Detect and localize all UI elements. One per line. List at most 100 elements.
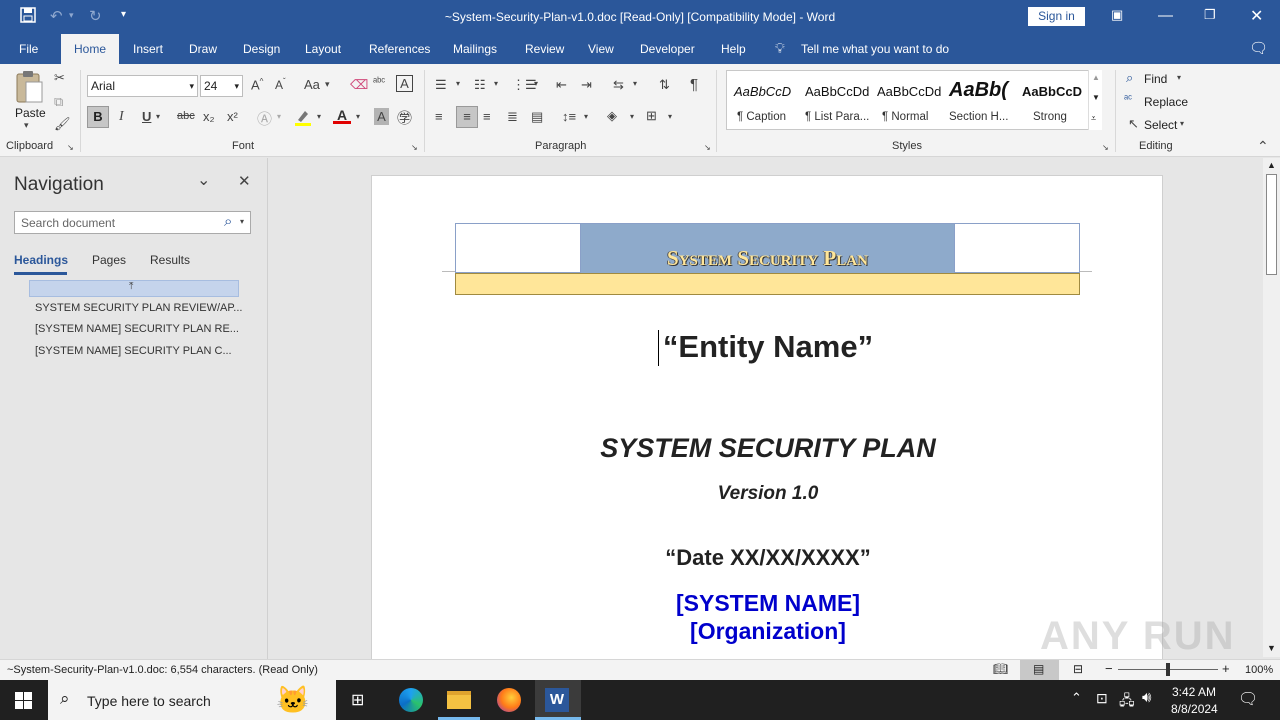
character-shading-icon[interactable]: A	[374, 108, 389, 125]
increase-indent-icon[interactable]: ⇥	[581, 77, 592, 93]
tab-mailings[interactable]: Mailings	[453, 42, 497, 56]
bold-button[interactable]: B	[87, 106, 109, 128]
shading-icon[interactable]: ◈	[607, 108, 617, 124]
shrink-font-icon[interactable]: Aˇ	[275, 77, 286, 92]
underline-button[interactable]: U	[142, 109, 151, 124]
tab-layout[interactable]: Layout	[305, 42, 341, 56]
search-icon[interactable]: ⌕	[224, 213, 232, 230]
multilevel-list-icon[interactable]: ⋮☰	[512, 77, 537, 93]
tab-help[interactable]: Help	[721, 42, 746, 56]
subscript-button[interactable]: x₂	[203, 109, 215, 124]
show-formatting-icon[interactable]: ¶	[690, 76, 698, 93]
close-icon[interactable]: ✕	[238, 172, 251, 190]
clear-formatting-icon[interactable]: ⌫	[350, 77, 368, 93]
asian-layout-dropdown-icon[interactable]: ▾	[633, 79, 637, 88]
taskbar-search-box[interactable]: ⌕ Type here to search 🐱	[48, 680, 336, 720]
tell-me-input[interactable]: Tell me what you want to do	[801, 42, 949, 56]
underline-dropdown-icon[interactable]: ▾	[156, 112, 160, 121]
format-painter-icon[interactable]: 🖌︎	[54, 116, 71, 132]
zoom-out-icon[interactable]: −	[1105, 661, 1113, 676]
italic-button[interactable]: I	[119, 109, 124, 125]
cut-icon[interactable]: ✂	[54, 70, 65, 86]
align-left-icon[interactable]: ≡	[435, 109, 443, 124]
find-dropdown-icon[interactable]: ▾	[1177, 73, 1181, 82]
styles-launcher-icon[interactable]: ↘	[1102, 143, 1109, 152]
tray-app-icon[interactable]: ⊡	[1096, 690, 1108, 707]
style-normal[interactable]: AaBbCcDd ¶ Normal	[871, 71, 943, 129]
collapse-ribbon-icon[interactable]: ⌃	[1257, 138, 1269, 155]
highlight-color-icon[interactable]	[294, 108, 312, 126]
minimize-icon[interactable]: —	[1158, 7, 1173, 24]
network-icon[interactable]: 🖧︎	[1119, 690, 1135, 714]
align-right-icon[interactable]: ≡	[483, 109, 491, 124]
select-dropdown-icon[interactable]: ▾	[1180, 119, 1184, 128]
style-caption[interactable]: AaBbCcD ¶ Caption	[727, 71, 799, 129]
comments-icon[interactable]: 🗨︎	[1249, 39, 1268, 57]
heading-item[interactable]: SYSTEM SECURITY PLAN REVIEW/AP...	[35, 302, 242, 314]
heading-item[interactable]: [SYSTEM NAME] SECURITY PLAN C...	[35, 345, 232, 357]
paste-dropdown-icon[interactable]: ▾	[24, 120, 29, 131]
find-icon[interactable]: ⌕	[1126, 70, 1133, 86]
chevron-down-icon[interactable]: ⌄	[197, 170, 210, 190]
volume-icon[interactable]: 🔊︎	[1142, 689, 1151, 706]
paste-button[interactable]: Paste	[15, 106, 46, 120]
character-border-icon[interactable]: A	[396, 75, 413, 92]
chevron-up-icon[interactable]: ▲	[1092, 73, 1100, 82]
tab-draw[interactable]: Draw	[189, 42, 217, 56]
style-strong[interactable]: AaBbCcD Strong	[1015, 71, 1087, 129]
text-effects-icon[interactable]: Ⓐ	[257, 108, 272, 129]
tab-review[interactable]: Review	[525, 42, 564, 56]
shading-dropdown-icon[interactable]: ▾	[630, 112, 634, 121]
clock-date[interactable]: 8/8/2024	[1171, 702, 1218, 716]
notifications-icon[interactable]: 🗨︎	[1238, 689, 1258, 709]
phonetic-guide-icon[interactable]: ᵃᵇᶜ	[373, 76, 385, 88]
select-icon[interactable]: ↖	[1128, 116, 1139, 132]
select-button[interactable]: Select	[1144, 118, 1177, 132]
zoom-slider-thumb[interactable]	[1166, 663, 1170, 676]
chevron-down-icon[interactable]: ▾	[240, 217, 244, 226]
text-effects-dropdown-icon[interactable]: ▾	[277, 112, 281, 121]
justify-icon[interactable]: ≣	[507, 109, 518, 125]
tab-developer[interactable]: Developer	[640, 42, 695, 56]
tab-references[interactable]: References	[369, 42, 430, 56]
vertical-scrollbar[interactable]: ▲ ▼	[1263, 158, 1280, 657]
superscript-button[interactable]: x²	[227, 109, 238, 124]
sign-in-button[interactable]: Sign in	[1028, 7, 1085, 26]
clipboard-launcher-icon[interactable]: ↘	[67, 143, 74, 152]
line-spacing-dropdown-icon[interactable]: ▾	[584, 112, 588, 121]
font-color-icon[interactable]: A	[333, 107, 351, 127]
tab-file[interactable]: File	[19, 42, 38, 56]
paste-icon[interactable]	[14, 70, 46, 106]
tab-pages[interactable]: Pages	[92, 253, 126, 267]
zoom-in-icon[interactable]: +	[1222, 661, 1230, 676]
strikethrough-button[interactable]: abc	[177, 110, 195, 122]
tab-view[interactable]: View	[588, 42, 614, 56]
numbering-icon[interactable]: ☷	[474, 77, 486, 93]
align-center-icon[interactable]: ≡	[456, 106, 478, 128]
collapse-arrow-icon[interactable]: ⤒	[129, 281, 133, 292]
borders-icon[interactable]: ⊞	[646, 108, 657, 124]
heading-item[interactable]: [SYSTEM NAME] SECURITY PLAN RE...	[35, 323, 239, 335]
tray-chevron-icon[interactable]: ⌃	[1071, 690, 1082, 706]
grow-font-icon[interactable]: A^	[251, 77, 263, 92]
scroll-down-icon[interactable]: ▼	[1267, 643, 1276, 653]
enclose-characters-icon[interactable]: ㊫	[397, 107, 412, 128]
restore-icon[interactable]: ❐	[1204, 7, 1216, 23]
scroll-thumb[interactable]	[1266, 174, 1277, 275]
search-document-input[interactable]: Search document ⌕ ▾	[14, 211, 251, 234]
multilevel-dropdown-icon[interactable]: ▾	[534, 79, 538, 88]
print-layout-view[interactable]: ▤	[1020, 660, 1059, 680]
tab-design[interactable]: Design	[243, 42, 280, 56]
styles-more-icon[interactable]: ⩡	[1091, 113, 1096, 124]
firefox-icon[interactable]	[497, 688, 521, 712]
windows-start-icon[interactable]	[15, 692, 32, 709]
bullets-dropdown-icon[interactable]: ▾	[456, 79, 460, 88]
font-color-dropdown-icon[interactable]: ▾	[356, 112, 360, 121]
font-family-combo[interactable]: Arial ▾	[87, 75, 198, 97]
chevron-down-icon[interactable]: ▼	[1092, 93, 1100, 102]
ribbon-display-options-icon[interactable]: ▣	[1111, 7, 1123, 23]
highlight-dropdown-icon[interactable]: ▾	[317, 112, 321, 121]
task-view-icon[interactable]: ⊞	[351, 690, 364, 710]
paragraph-launcher-icon[interactable]: ↘	[704, 143, 711, 152]
read-mode-icon[interactable]: 📖︎	[993, 662, 1008, 676]
